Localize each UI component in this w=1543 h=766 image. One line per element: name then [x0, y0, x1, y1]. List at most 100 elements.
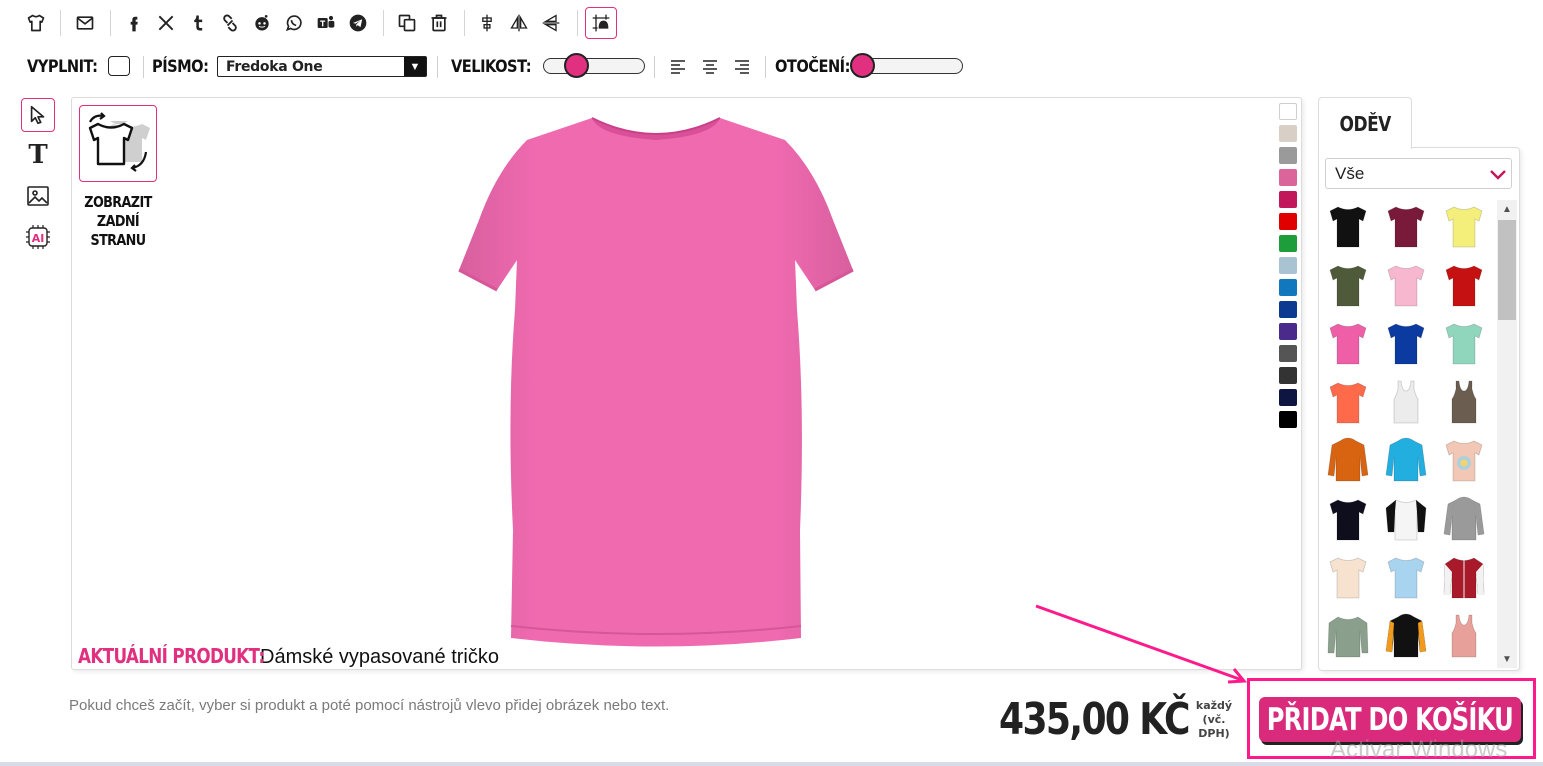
copy-icon[interactable]	[394, 10, 420, 36]
options-divider	[765, 56, 766, 78]
tumblr-icon[interactable]	[185, 10, 211, 36]
pinterest-icon[interactable]	[217, 10, 243, 36]
product-thumbnail[interactable]	[1382, 376, 1430, 428]
annotation-arrow	[1035, 604, 1248, 684]
options-divider	[143, 56, 144, 78]
font-label: PÍSMO:	[152, 57, 209, 77]
color-swatch[interactable]	[1279, 147, 1297, 164]
telegram-icon[interactable]	[345, 10, 371, 36]
color-swatches	[1279, 103, 1297, 433]
category-select-value: Vše	[1335, 163, 1365, 183]
rotation-slider[interactable]	[850, 53, 963, 78]
scroll-down-icon[interactable]: ▼	[1497, 650, 1517, 668]
select-pointer-icon[interactable]	[21, 98, 55, 132]
product-grid-scrollbar[interactable]: ▲ ▼	[1497, 200, 1517, 668]
color-swatch[interactable]	[1279, 279, 1297, 296]
color-swatch[interactable]	[1279, 191, 1297, 208]
envelope-icon[interactable]	[72, 10, 98, 36]
product-thumbnail[interactable]	[1324, 493, 1372, 545]
tshirt-icon[interactable]	[23, 10, 49, 36]
product-thumbnail[interactable]	[1440, 551, 1488, 603]
color-swatch[interactable]	[1279, 257, 1297, 274]
fill-label: VYPLNIT:	[27, 57, 98, 77]
product-thumbnail[interactable]	[1440, 259, 1488, 311]
rotation-slider-handle[interactable]	[850, 53, 875, 78]
toolbar-divider	[60, 10, 61, 36]
text-tool-icon[interactable]: T	[21, 138, 55, 172]
product-thumbnail[interactable]	[1324, 376, 1372, 428]
product-thumbnail[interactable]	[1382, 610, 1430, 662]
align-center-icon[interactable]	[701, 58, 719, 76]
product-thumbnail[interactable]	[1440, 376, 1488, 428]
product-thumbnail[interactable]	[1440, 493, 1488, 545]
color-swatch[interactable]	[1279, 213, 1297, 230]
whatsapp-icon[interactable]	[281, 10, 307, 36]
align-right-icon[interactable]	[733, 58, 751, 76]
product-thumbnail[interactable]	[1324, 259, 1372, 311]
product-thumbnail[interactable]	[1382, 200, 1430, 252]
x-icon[interactable]	[153, 10, 179, 36]
toolbar-divider	[577, 10, 578, 36]
add-to-cart-label: PŘIDAT DO KOŠÍKU	[1266, 701, 1514, 738]
reddit-icon[interactable]	[249, 10, 275, 36]
flip-horizontal-icon[interactable]	[506, 10, 532, 36]
product-thumbnail[interactable]	[1382, 551, 1430, 603]
scrollbar-thumb[interactable]	[1498, 220, 1516, 320]
image-tool-icon[interactable]	[21, 179, 55, 213]
size-slider[interactable]	[543, 53, 645, 78]
product-thumbnail[interactable]	[1324, 551, 1372, 603]
color-swatch[interactable]	[1279, 345, 1297, 362]
product-thumbnail[interactable]	[1382, 259, 1430, 311]
color-swatch[interactable]	[1279, 301, 1297, 318]
color-swatch[interactable]	[1279, 411, 1297, 428]
product-thumbnail[interactable]	[1440, 200, 1488, 252]
flip-vertical-icon[interactable]	[538, 10, 564, 36]
product-thumbnail[interactable]	[1324, 434, 1372, 486]
options-divider	[654, 56, 655, 78]
ai-tool-icon[interactable]: AI	[21, 220, 55, 254]
svg-text:AI: AI	[32, 232, 45, 245]
current-product-label: AKTUÁLNÍ PRODUKT:	[78, 644, 265, 668]
toolbar-divider	[383, 10, 384, 36]
trash-icon[interactable]	[426, 10, 452, 36]
product-thumbnail[interactable]	[1324, 610, 1372, 662]
current-product-name: Dámské vypasované tričko	[260, 646, 499, 668]
product-preview-tshirt	[458, 117, 854, 647]
color-swatch[interactable]	[1279, 235, 1297, 252]
color-swatch[interactable]	[1279, 367, 1297, 384]
color-swatch[interactable]	[1279, 389, 1297, 406]
product-thumbnail[interactable]	[1440, 610, 1488, 662]
toolbar-divider	[464, 10, 465, 36]
product-thumbnail[interactable]	[1440, 317, 1488, 369]
scroll-up-icon[interactable]: ▲	[1497, 200, 1517, 218]
price-note: každý (vč. DPH)	[1195, 699, 1233, 740]
flip-shirt-icon	[88, 111, 150, 172]
color-swatch[interactable]	[1279, 103, 1297, 120]
rotation-label: OTOČENÍ:	[775, 57, 850, 77]
windows-watermark: Activar Windows	[1330, 736, 1508, 763]
teams-icon[interactable]	[313, 10, 339, 36]
product-thumbnail[interactable]	[1382, 317, 1430, 369]
font-select[interactable]: Fredoka One ▼	[217, 56, 427, 77]
product-thumbnail[interactable]	[1324, 317, 1372, 369]
size-label: VELIKOST:	[451, 57, 532, 77]
fill-checkbox[interactable]	[108, 56, 130, 76]
align-center-vertical-icon[interactable]	[474, 10, 500, 36]
align-left-icon[interactable]	[669, 58, 687, 76]
category-select[interactable]: Vše	[1325, 158, 1512, 189]
size-slider-handle[interactable]	[563, 53, 589, 78]
product-thumbnail[interactable]	[1324, 200, 1372, 252]
tab-clothing[interactable]: ODĚV	[1318, 97, 1412, 149]
show-back-side-button[interactable]	[79, 105, 157, 182]
product-thumbnail[interactable]	[1440, 434, 1488, 486]
current-product: AKTUÁLNÍ PRODUKT: Dámské vypasované trič…	[78, 644, 499, 669]
grid-snap-icon[interactable]	[585, 7, 617, 39]
color-swatch[interactable]	[1279, 125, 1297, 142]
color-swatch[interactable]	[1279, 169, 1297, 186]
product-thumbnail[interactable]	[1382, 493, 1430, 545]
product-thumbnail[interactable]	[1382, 434, 1430, 486]
color-swatch[interactable]	[1279, 323, 1297, 340]
top-toolbar	[0, 0, 1543, 46]
facebook-icon[interactable]	[121, 10, 147, 36]
toolbar-divider	[110, 10, 111, 36]
